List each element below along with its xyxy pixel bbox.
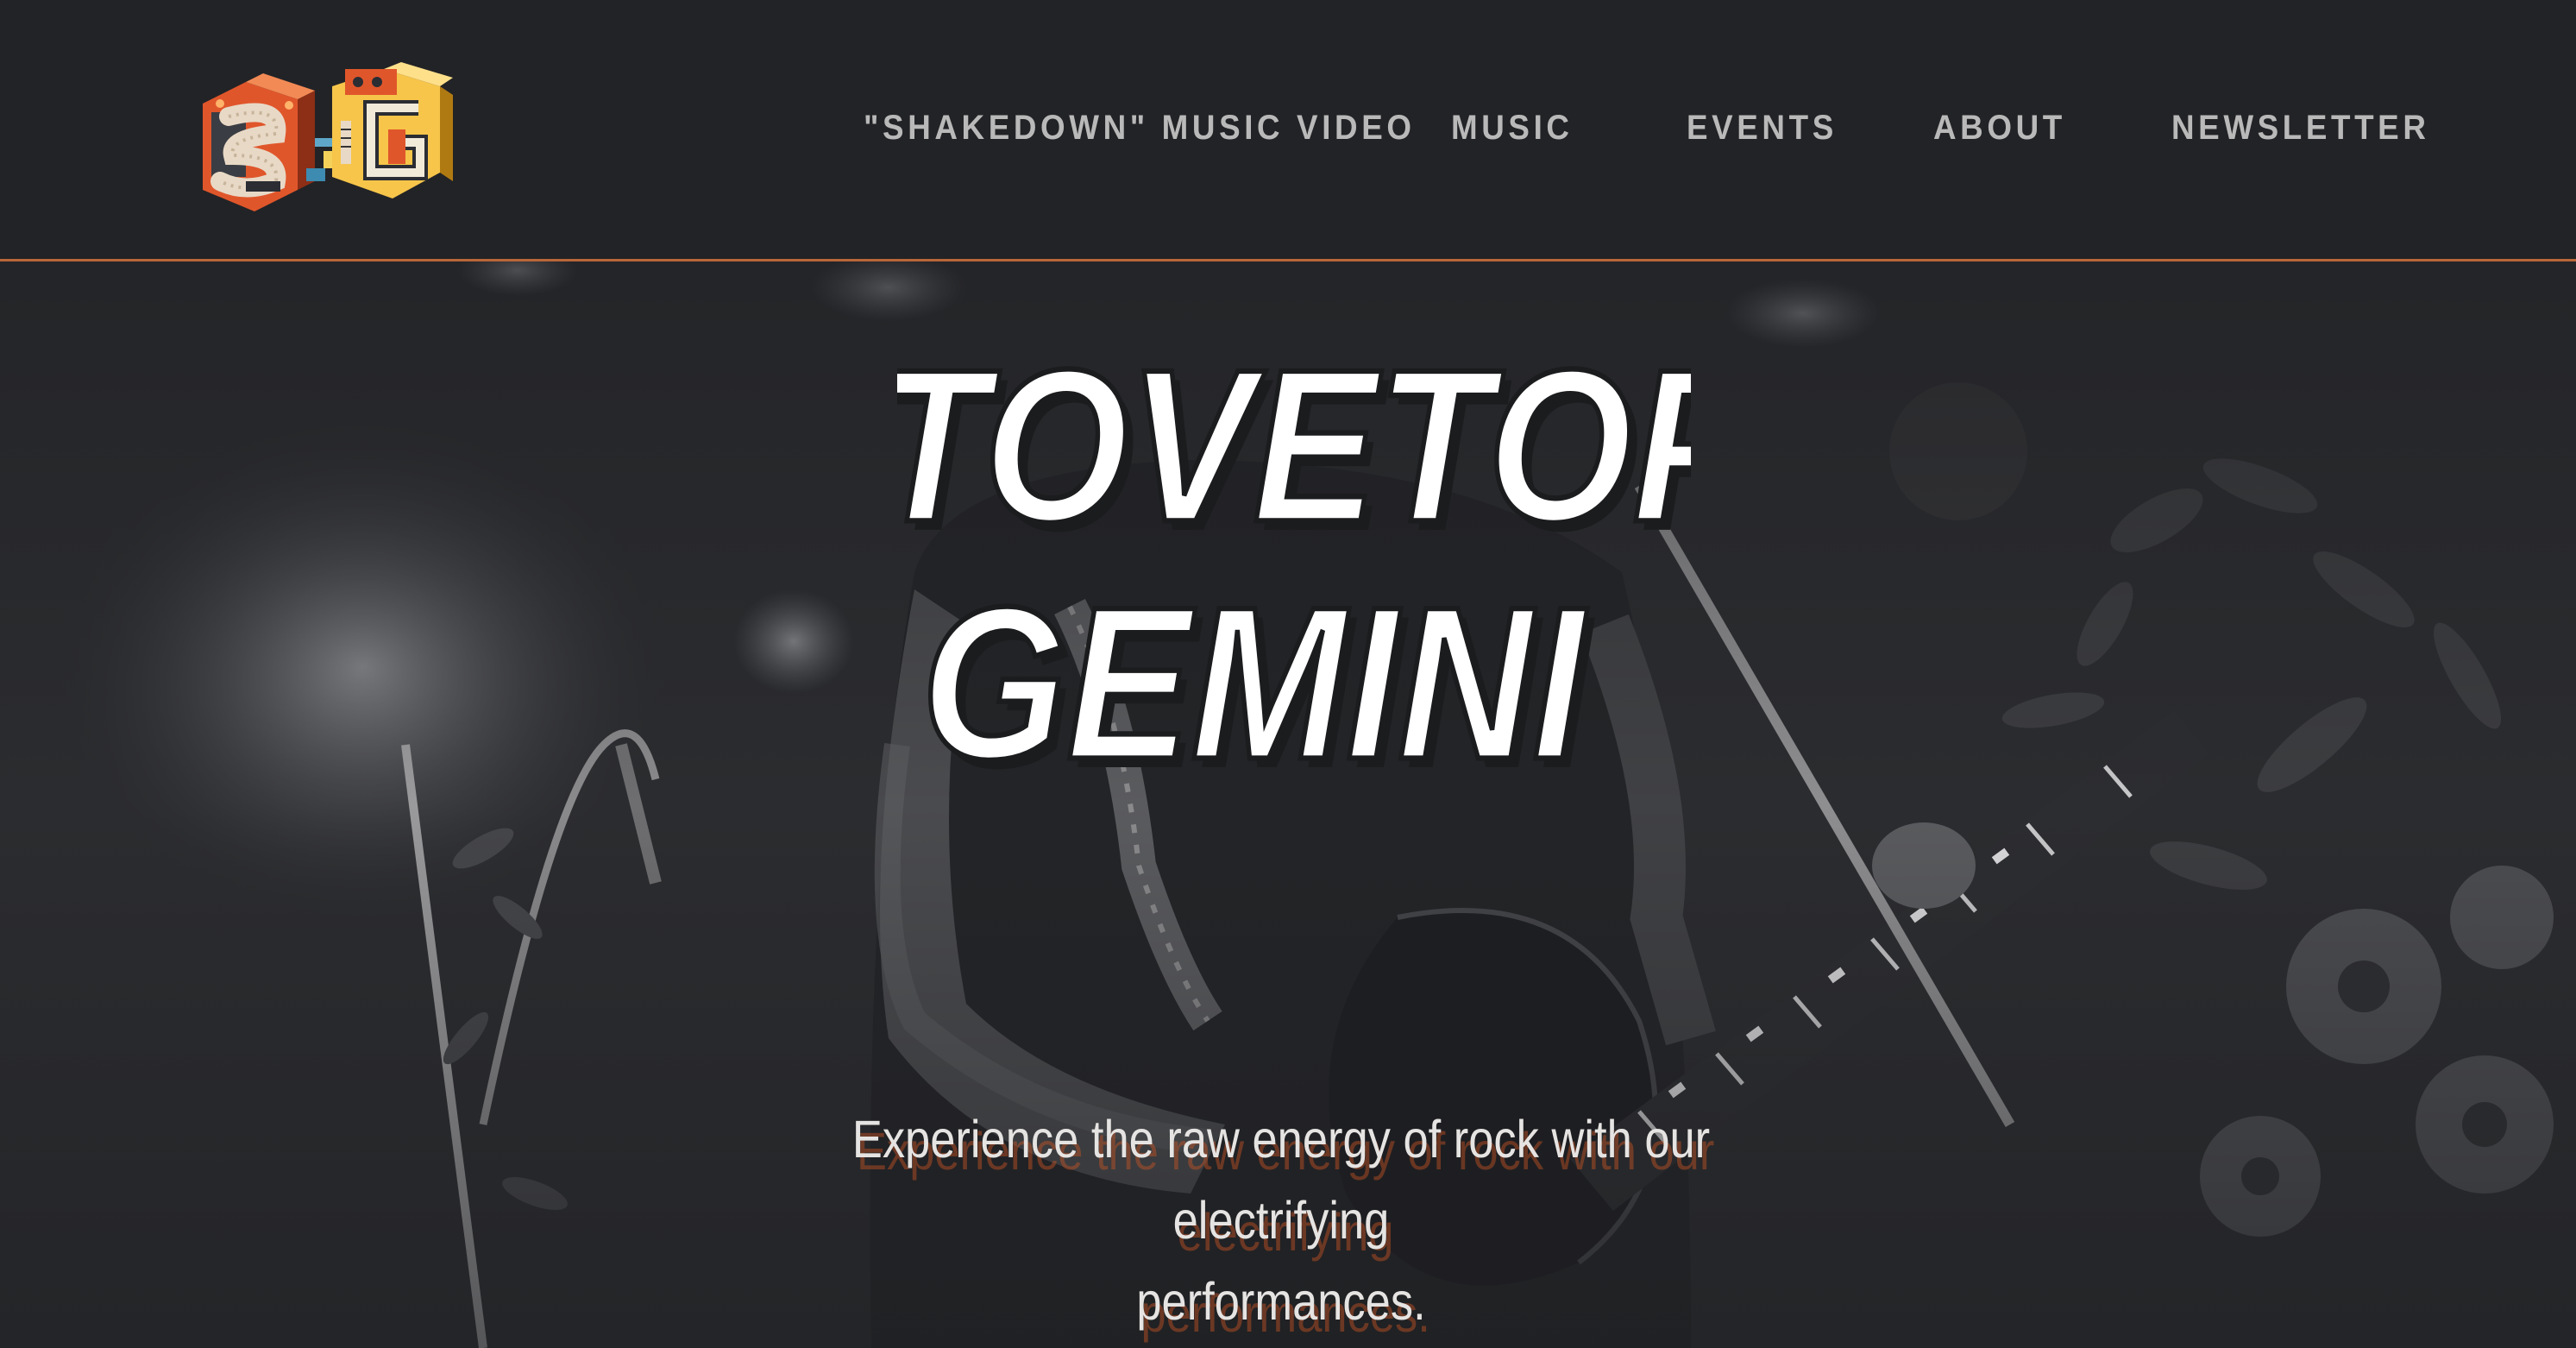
title-line-1: STOVETOP [897, 324, 1691, 567]
tagline-line-2: performances. [1136, 1272, 1426, 1331]
nav-item-shakedown-video[interactable]: "SHAKEDOWN" MUSIC VIDEO [864, 109, 1416, 148]
nav-item-about[interactable]: ABOUT [1933, 109, 2066, 148]
page: "SHAKEDOWN" MUSIC VIDEO MUSIC EVENTS ABO… [0, 0, 2576, 1348]
title-line-2: GEMINI [921, 562, 1587, 804]
site-header: "SHAKEDOWN" MUSIC VIDEO MUSIC EVENTS ABO… [0, 0, 2576, 261]
nav-item-music[interactable]: MUSIC [1451, 109, 1574, 148]
tagline-line-1: Experience the raw energy of rock with o… [851, 1110, 1711, 1250]
main-nav: "SHAKEDOWN" MUSIC VIDEO MUSIC EVENTS ABO… [0, 0, 2576, 259]
nav-item-events[interactable]: EVENTS [1687, 109, 1838, 148]
hero-section: STOVETOP STOVETOP GEMINI GEMINI Experien… [0, 261, 2576, 1348]
nav-item-newsletter[interactable]: NEWSLETTER [2171, 109, 2430, 148]
band-title-wordmark: STOVETOP STOVETOP GEMINI GEMINI [897, 322, 1691, 814]
hero-tagline: Experience the raw energy of rock with o… [758, 1099, 1805, 1342]
